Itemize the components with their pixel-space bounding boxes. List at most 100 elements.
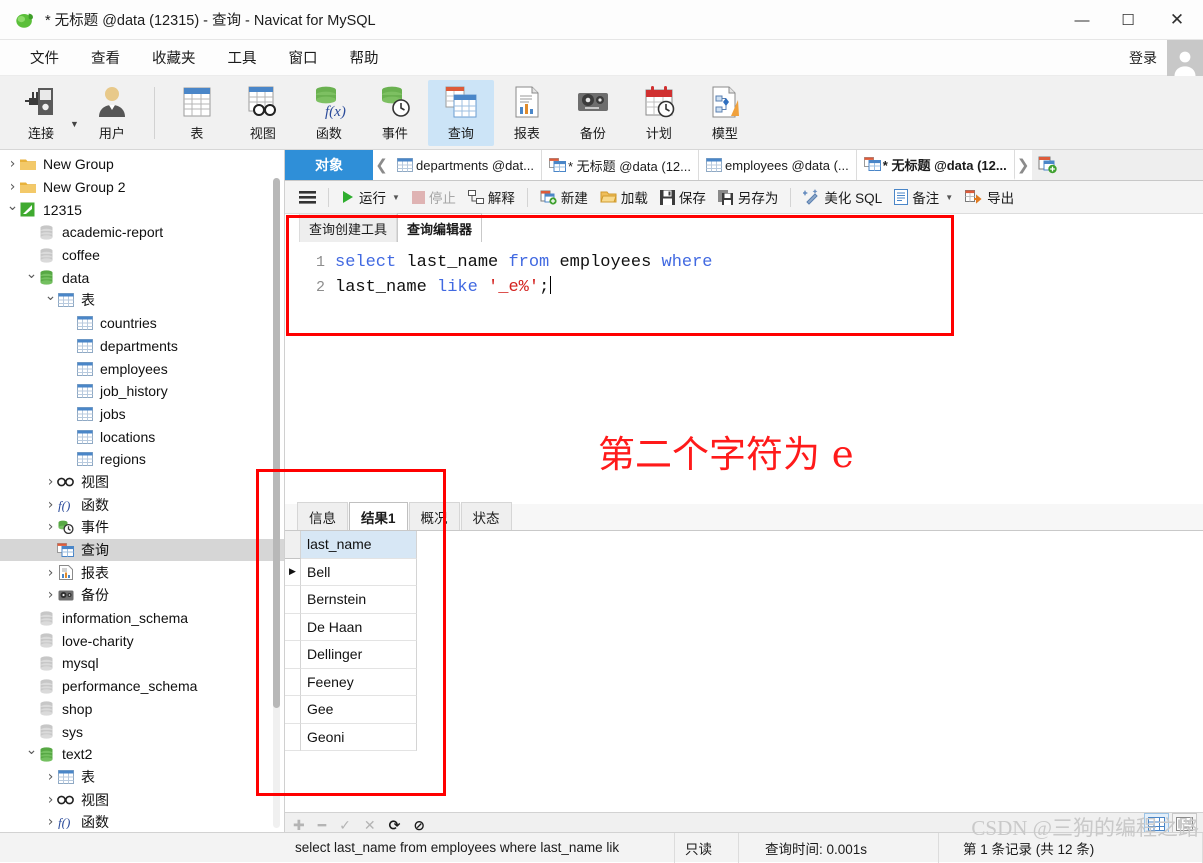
menu-item-favorites[interactable]: 收藏夹 [136, 44, 212, 71]
tab-result1[interactable]: 结果1 [349, 502, 408, 530]
run-button[interactable]: 运行 ▼ [335, 184, 406, 210]
tree-toggle-collapsed-icon[interactable] [44, 519, 57, 535]
maximize-button[interactable]: ☐ [1105, 0, 1151, 40]
table-cell[interactable]: Feeney [301, 668, 417, 696]
sidebar-node-information_schema[interactable]: information_schema [0, 607, 284, 630]
sidebar-node-performance_schema[interactable]: performance_schema [0, 675, 284, 698]
sidebar-node-sys[interactable]: sys [0, 720, 284, 743]
tab-profile[interactable]: 概况 [408, 502, 460, 530]
toolbar-model[interactable]: 模型 [692, 80, 758, 146]
table-row[interactable]: Geoni [285, 723, 1203, 751]
save-as-button[interactable]: 另存为 [712, 184, 785, 210]
tree-toggle-collapsed-icon[interactable] [44, 792, 57, 808]
connection-dropdown-caret-icon[interactable]: ▼ [70, 119, 79, 129]
tab-message[interactable]: 信息 [297, 502, 348, 530]
sidebar-node--[interactable]: 表 [0, 766, 284, 789]
sidebar-node--[interactable]: f() 函数 [0, 493, 284, 516]
table-row[interactable]: Feeney [285, 668, 1203, 696]
table-cell[interactable]: Dellinger [301, 641, 417, 669]
tree-toggle-expanded-icon[interactable] [25, 270, 38, 286]
minimize-button[interactable]: — [1059, 0, 1105, 40]
toolbar-view[interactable]: 视图 [230, 80, 296, 146]
menu-item-view[interactable]: 查看 [75, 44, 136, 71]
tree-toggle-collapsed-icon[interactable] [6, 156, 19, 172]
tree-toggle-expanded-icon[interactable] [25, 746, 38, 762]
tree-toggle-collapsed-icon[interactable] [44, 769, 57, 785]
sidebar-node--[interactable]: 事件 [0, 516, 284, 539]
toolbar-schedule[interactable]: 计划 [626, 80, 692, 146]
table-row[interactable]: Bernstein [285, 586, 1203, 614]
comment-button[interactable]: 备注 ▼ [888, 184, 959, 210]
table-cell[interactable]: Geoni [301, 723, 417, 751]
sidebar-node-academic-report[interactable]: academic-report [0, 221, 284, 244]
sidebar-node-regions[interactable]: regions [0, 448, 284, 471]
form-view-button[interactable] [1172, 813, 1197, 834]
tab-scroll-right-icon[interactable]: ❯ [1014, 150, 1032, 180]
navigation-sidebar[interactable]: New Group New Group 2 12315 academic-report… [0, 150, 285, 838]
document-tab[interactable]: departments @dat... [390, 150, 542, 180]
tree-toggle-expanded-icon[interactable] [6, 202, 19, 218]
document-tab[interactable]: * 无标题 @data (12... [856, 150, 1015, 180]
new-tab-button[interactable] [1031, 150, 1064, 180]
sidebar-node-locations[interactable]: locations [0, 425, 284, 448]
table-cell[interactable]: Bernstein [301, 586, 417, 614]
sidebar-node--[interactable]: f() 函数 [0, 811, 284, 834]
sidebar-node-employees[interactable]: employees [0, 357, 284, 380]
column-header[interactable]: last_name [301, 531, 417, 559]
run-dropdown-caret-icon[interactable]: ▼ [392, 193, 400, 202]
toolbar-function[interactable]: f(x) 函数 [296, 80, 362, 146]
save-button[interactable]: 保存 [654, 184, 712, 210]
menu-item-window[interactable]: 窗口 [273, 44, 334, 71]
sidebar-node--[interactable]: 备份 [0, 584, 284, 607]
tree-toggle-collapsed-icon[interactable] [44, 497, 57, 513]
sidebar-node-12315[interactable]: 12315 [0, 198, 284, 221]
menu-item-help[interactable]: 帮助 [334, 44, 395, 71]
sidebar-node-new-group[interactable]: New Group [0, 153, 284, 176]
sidebar-node--[interactable]: 表 [0, 289, 284, 312]
sidebar-scroll-thumb[interactable] [273, 178, 280, 708]
sidebar-node-countries[interactable]: countries [0, 312, 284, 335]
toolbar-event[interactable]: 事件 [362, 80, 428, 146]
toolbar-table[interactable]: 表 [164, 80, 230, 146]
stop-button[interactable]: 停止 [406, 184, 462, 210]
sidebar-node-data[interactable]: data [0, 266, 284, 289]
query-menu-button[interactable] [293, 184, 322, 210]
sidebar-node--[interactable]: 查询 [0, 538, 284, 562]
tree-toggle-collapsed-icon[interactable] [44, 565, 57, 581]
toolbar-report[interactable]: 报表 [494, 80, 560, 146]
sidebar-node--[interactable]: 视图 [0, 788, 284, 811]
menu-item-file[interactable]: 文件 [14, 44, 75, 71]
table-row[interactable]: ▶ Bell [285, 558, 1203, 586]
tab-status[interactable]: 状态 [460, 502, 512, 530]
document-tab[interactable]: * 无标题 @data (12... [541, 150, 700, 180]
beautify-sql-button[interactable]: 美化 SQL [797, 184, 888, 210]
explain-button[interactable]: 解释 [462, 184, 521, 210]
sidebar-node-new-group-2[interactable]: New Group 2 [0, 176, 284, 199]
sidebar-node-love-charity[interactable]: love-charity [0, 629, 284, 652]
sidebar-node--[interactable]: 报表 [0, 561, 284, 584]
tree-toggle-expanded-icon[interactable] [44, 292, 57, 308]
sidebar-node-job_history[interactable]: job_history [0, 380, 284, 403]
avatar[interactable] [1167, 40, 1203, 76]
tree-toggle-collapsed-icon[interactable] [44, 474, 57, 490]
table-cell[interactable]: Bell [301, 558, 417, 586]
login-button[interactable]: 登录 [1129, 48, 1167, 68]
menu-item-tools[interactable]: 工具 [212, 44, 273, 71]
sidebar-node-jobs[interactable]: jobs [0, 403, 284, 426]
sidebar-node-departments[interactable]: departments [0, 335, 284, 358]
sidebar-scrollbar[interactable] [273, 178, 280, 828]
table-row[interactable]: Gee [285, 696, 1203, 724]
load-button[interactable]: 加载 [594, 184, 654, 210]
tab-objects[interactable]: 对象 [285, 150, 373, 180]
sidebar-node--[interactable]: 视图 [0, 471, 284, 494]
sidebar-node-coffee[interactable]: coffee [0, 244, 284, 267]
result-grid[interactable]: last_name ▶ Bell Bernstein De Haan Dellinger F… [285, 531, 1203, 812]
document-tab[interactable]: employees @data (... [699, 150, 857, 180]
toolbar-backup[interactable]: 备份 [560, 80, 626, 146]
table-row[interactable]: Dellinger [285, 641, 1203, 669]
table-cell[interactable]: Gee [301, 696, 417, 724]
table-row[interactable]: De Haan [285, 613, 1203, 641]
toolbar-connection[interactable]: 连接 [8, 80, 74, 146]
export-button[interactable]: 导出 [959, 184, 1020, 210]
tree-toggle-collapsed-icon[interactable] [44, 814, 57, 830]
